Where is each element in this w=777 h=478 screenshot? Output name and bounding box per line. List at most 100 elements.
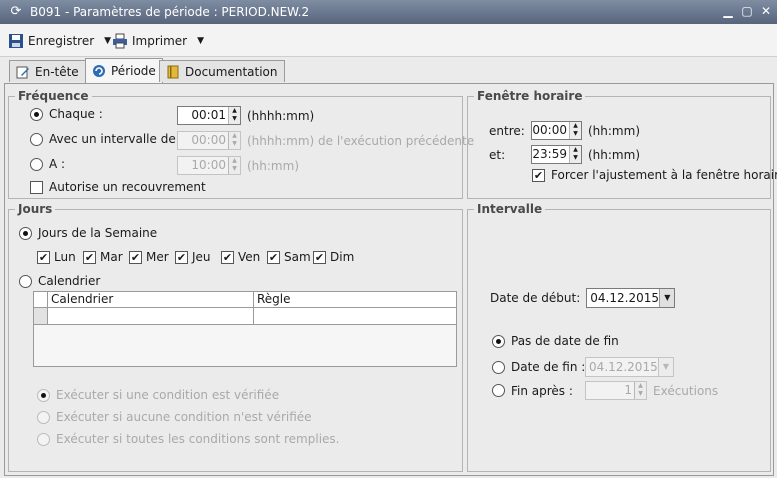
condition-label: Exécuter si toutes les conditions sont r…: [56, 432, 340, 446]
jours-legend: Jours: [15, 202, 56, 216]
entre-spinner[interactable]: 00:00 ▲ ▼: [531, 121, 582, 140]
day-label: Lun: [54, 250, 76, 264]
intervalle-legend: Intervalle: [474, 202, 546, 216]
tab-bar: En-tête Période Documentation: [0, 57, 777, 84]
date-fin-radio[interactable]: [492, 360, 505, 374]
date-debut-value[interactable]: 04.12.2015: [587, 289, 659, 307]
chevron-down-icon[interactable]: ▼: [658, 358, 673, 376]
semaine-option: Jours de la Semaine: [19, 226, 157, 240]
fin-apres-spinner[interactable]: 1 ▲ ▼: [585, 381, 647, 400]
tab-periode[interactable]: Période: [85, 58, 163, 83]
day-checkbox[interactable]: ✔: [175, 250, 188, 264]
intervalle-value[interactable]: 00:00: [178, 132, 228, 149]
day-checkbox[interactable]: ✔: [267, 250, 280, 264]
et-unit: (hh:mm): [588, 147, 640, 162]
et-spinner[interactable]: 23:59 ▲ ▼: [531, 145, 582, 164]
day-checkbox[interactable]: ✔: [83, 250, 96, 264]
intervalle-spinner[interactable]: 00:00 ▲ ▼: [177, 131, 241, 150]
day-jeu[interactable]: ✔ Jeu: [175, 250, 221, 264]
condition-option-1: Exécuter si une condition est vérifiée: [37, 388, 279, 402]
intervalle-radio[interactable]: [30, 132, 43, 146]
spinner-arrows-icon[interactable]: ▲ ▼: [569, 122, 581, 139]
entre-value[interactable]: 00:00: [532, 122, 569, 139]
condition-radio[interactable]: [37, 388, 50, 402]
day-checkbox[interactable]: ✔: [221, 250, 234, 264]
recouvrement-checkbox[interactable]: [30, 180, 43, 194]
semaine-label: Jours de la Semaine: [38, 226, 158, 240]
date-debut-picker[interactable]: 04.12.2015 ▼: [586, 288, 676, 308]
date-fin-label: Date de fin :: [511, 360, 586, 374]
day-checkbox[interactable]: ✔: [313, 250, 326, 264]
semaine-radio[interactable]: [19, 226, 32, 240]
day-ven[interactable]: ✔ Ven: [221, 250, 267, 264]
chevron-down-icon[interactable]: ▼: [104, 36, 111, 46]
tab-documentation[interactable]: Documentation: [159, 60, 285, 82]
forcer-option: ✔ Forcer l'ajustement à la fenêtre horai…: [532, 168, 777, 182]
save-button[interactable]: Enregistrer ▼: [8, 31, 111, 51]
a-radio[interactable]: [30, 157, 43, 171]
column-header-calendrier[interactable]: Calendrier: [48, 292, 254, 308]
chaque-field: 00:01 ▲ ▼ (hhhh:mm): [177, 106, 314, 125]
condition-radio[interactable]: [37, 432, 50, 446]
tab-content: Fréquence Chaque : 00:01 ▲ ▼ (hhhh:mm) Ave…: [4, 83, 777, 476]
condition-radio[interactable]: [37, 410, 50, 424]
chaque-value[interactable]: 00:01: [178, 107, 228, 124]
et-label: et:: [489, 147, 506, 162]
column-header-regle[interactable]: Règle: [254, 292, 456, 308]
window-title: B091 - Paramètres de période : PERIOD.NE…: [30, 5, 310, 19]
day-mer[interactable]: ✔ Mer: [129, 250, 175, 264]
printer-icon: [113, 33, 127, 49]
table-cell[interactable]: [48, 308, 254, 324]
print-button[interactable]: Imprimer ▼: [112, 31, 204, 51]
row-selector[interactable]: [34, 308, 48, 324]
day-checkbox[interactable]: ✔: [129, 250, 142, 264]
maximize-icon[interactable]: ▢: [739, 3, 755, 19]
chaque-radio[interactable]: [30, 107, 43, 121]
fin-apres-radio[interactable]: [492, 384, 505, 397]
a-label: A :: [49, 157, 66, 171]
calendrier-radio[interactable]: [19, 274, 32, 288]
chevron-down-icon[interactable]: ▼: [659, 289, 675, 307]
minimize-icon[interactable]: ▁: [720, 3, 736, 19]
date-fin-picker[interactable]: 04.12.2015 ▼: [585, 357, 674, 377]
day-label: Mar: [100, 250, 123, 264]
table-cell[interactable]: [254, 308, 456, 324]
pas-fin-option: Pas de date de fin: [492, 334, 619, 348]
close-icon[interactable]: ✕: [758, 3, 774, 19]
date-fin-value[interactable]: 04.12.2015: [586, 358, 658, 376]
frequence-legend: Fréquence: [15, 89, 92, 103]
table-row[interactable]: [34, 308, 456, 325]
a-value[interactable]: 10:00: [178, 157, 228, 174]
title-bar: ⟳ B091 - Paramètres de période : PERIOD.…: [0, 0, 777, 24]
day-checkbox[interactable]: ✔: [37, 250, 50, 264]
a-option: A :: [30, 157, 65, 171]
condition-label: Exécuter si aucune condition n'est vérif…: [56, 410, 312, 424]
a-spinner[interactable]: 10:00 ▲ ▼: [177, 156, 241, 175]
fin-apres-value[interactable]: 1: [586, 382, 634, 399]
day-label: Mer: [146, 250, 169, 264]
tab-en-tete[interactable]: En-tête: [9, 60, 86, 82]
spinner-arrows-icon[interactable]: ▲ ▼: [228, 157, 240, 174]
chevron-down-icon[interactable]: ▼: [197, 36, 204, 46]
et-row: et: 23:59 ▲ ▼ (hh:mm): [489, 145, 640, 164]
day-lun[interactable]: ✔ Lun: [37, 250, 83, 264]
et-value[interactable]: 23:59: [532, 146, 569, 163]
pas-fin-radio[interactable]: [492, 334, 505, 348]
spinner-arrows-icon[interactable]: ▲ ▼: [228, 107, 240, 124]
day-dim[interactable]: ✔ Dim: [313, 250, 359, 264]
day-label: Dim: [330, 250, 355, 264]
a-field: 10:00 ▲ ▼ (hh:mm): [177, 156, 299, 175]
forcer-checkbox[interactable]: ✔: [532, 168, 545, 182]
chaque-spinner[interactable]: 00:01 ▲ ▼: [177, 106, 241, 125]
tab-label: Période: [111, 64, 156, 78]
calendrier-table[interactable]: Calendrier Règle: [33, 291, 457, 367]
edit-icon: [16, 66, 29, 78]
spinner-arrows-icon[interactable]: ▲ ▼: [569, 146, 581, 163]
day-sam[interactable]: ✔ Sam: [267, 250, 313, 264]
spinner-arrows-icon[interactable]: ▲ ▼: [634, 382, 646, 399]
print-label: Imprimer: [132, 34, 188, 48]
day-mar[interactable]: ✔ Mar: [83, 250, 129, 264]
spinner-arrows-icon[interactable]: ▲ ▼: [228, 132, 240, 149]
tab-label: Documentation: [185, 64, 278, 79]
fin-apres-unit: Exécutions: [653, 383, 719, 398]
